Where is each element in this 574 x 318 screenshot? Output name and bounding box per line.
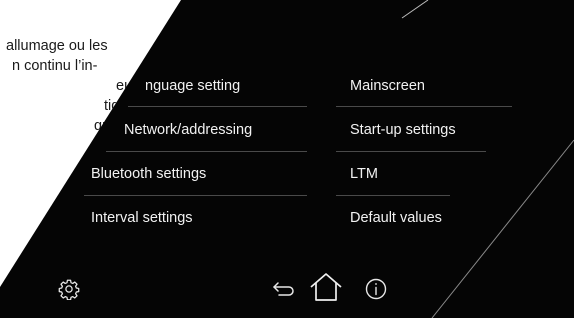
menu-item-bluetooth-settings[interactable]: Bluetooth settings <box>91 152 206 196</box>
info-icon[interactable] <box>365 278 387 300</box>
menu-item-network-addressing[interactable]: Network/addressing <box>124 108 252 152</box>
menu-separator <box>128 106 307 107</box>
document-line: eur. Ici, vous <box>0 76 197 96</box>
menu-item-ltm[interactable]: LTM <box>350 152 378 196</box>
gear-icon[interactable] <box>58 278 80 300</box>
home-icon[interactable] <box>309 272 343 302</box>
menu-item-language-setting[interactable]: nguage setting <box>145 64 240 108</box>
menu-separator <box>336 106 512 107</box>
back-arrow-icon[interactable] <box>272 280 296 298</box>
menu-item-start-up-settings[interactable]: Start-up settings <box>350 108 456 152</box>
menu-item-default-values[interactable]: Default values <box>350 196 442 240</box>
menu-item-mainscreen[interactable]: Mainscreen <box>350 64 425 108</box>
menu-item-interval-settings[interactable]: Interval settings <box>91 196 193 240</box>
